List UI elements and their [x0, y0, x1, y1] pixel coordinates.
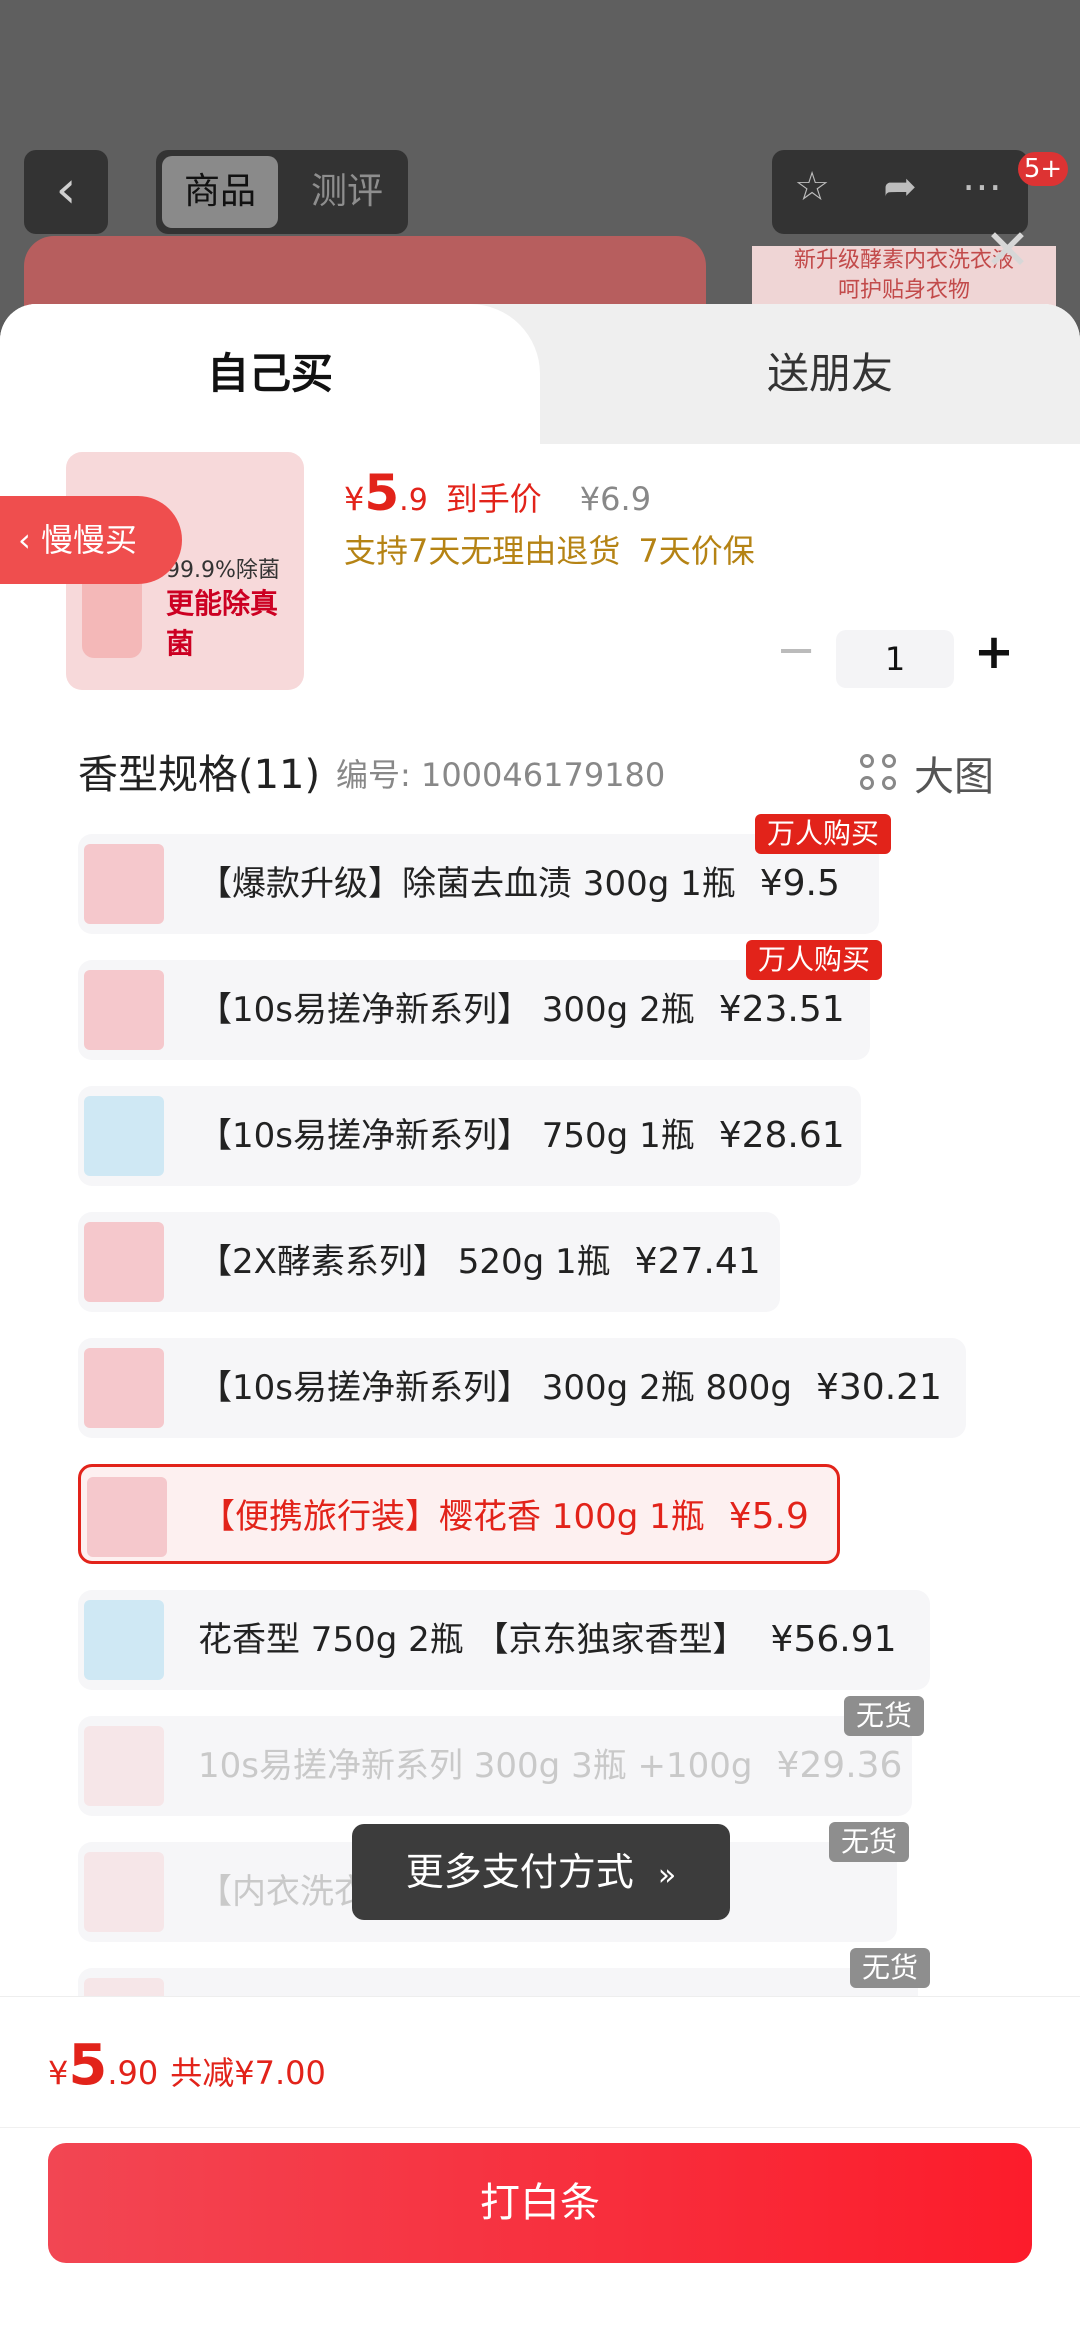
spec-option[interactable]: 10s易搓净新系列 300g 3瓶 +100g ¥29.36 无货 — [78, 1696, 924, 1816]
product-image-text-1: 99.9%除菌 — [166, 558, 280, 583]
spec-option-price: ¥56.91 — [770, 1619, 897, 1660]
spec-thumbnail — [84, 1852, 164, 1932]
spec-thumbnail — [87, 1477, 167, 1557]
tab-self-buy[interactable]: 自己买 — [0, 304, 540, 444]
spec-thumbnail — [84, 1348, 164, 1428]
original-price: ¥6.9 — [579, 480, 652, 518]
spec-option-name: 【2X酵素系列】 520g 1瓶 — [198, 1242, 611, 1282]
spec-option-name: 【10s易搓净新系列】 750g 1瓶 — [198, 1116, 695, 1156]
guarantee-return: 支持7天无理由退货 — [344, 532, 621, 570]
spec-option-price: ¥28.61 — [718, 1115, 845, 1156]
slow-buy-label: 慢慢买 — [40, 521, 137, 559]
tab-gift[interactable]: 送朋友 — [620, 304, 1040, 444]
product-top-bar: ‹ 商品 测评 ☆ ➦ ⋯ — [0, 150, 1080, 240]
spec-thumbnail — [84, 1096, 164, 1176]
spec-option-price: ¥27.41 — [634, 1241, 761, 1282]
spec-title: 香型规格(11) — [78, 752, 321, 798]
price-int: 5 — [364, 464, 400, 522]
spec-option-price: ¥30.21 — [816, 1367, 942, 1408]
spec-option[interactable]: 花香型 750g 2瓶 【京东独家香型】 ¥56.91 — [78, 1590, 930, 1690]
total-symbol: ¥ — [48, 2054, 69, 2092]
spec-option[interactable]: 【2X酵素系列】 520g 1瓶 ¥27.41 — [78, 1212, 780, 1312]
total-price: ¥5.90 共减¥7.00 — [48, 2033, 326, 2098]
spec-thumbnail — [84, 1222, 164, 1302]
spec-option[interactable]: 【10s易搓净新系列】 300g 2瓶 ¥23.51 万人购买 — [78, 940, 882, 1060]
guarantee-price: 7天价保 — [638, 532, 755, 570]
share-icon[interactable]: ➦ — [860, 164, 940, 210]
spec-option-label: 【10s易搓净新系列】 300g 2瓶 800g ¥30.21 — [198, 1338, 942, 1438]
spec-option-name: 【10s易搓净新系列】 300g 2瓶 — [198, 990, 695, 1030]
spec-option-label: 10s易搓净新系列 300g 3瓶 +100g ¥29.36 — [198, 1716, 902, 1816]
out-of-stock-badge: 无货 — [828, 1822, 909, 1862]
product-image-text-2: 更能除真菌 — [166, 587, 279, 660]
price-line: ¥5.9 到手价 ¥6.9 — [344, 464, 651, 522]
spec-option[interactable]: 【10s易搓净新系列】 750g 1瓶 ¥28.61 — [78, 1086, 861, 1186]
big-image-label: 大图 — [914, 754, 994, 800]
total-int: 5 — [68, 2033, 108, 2098]
chevron-left-icon: ‹ — [18, 521, 41, 559]
divider — [0, 2127, 1080, 2128]
big-image-toggle[interactable]: 大图 — [860, 744, 994, 802]
total-reduction: 共减¥7.00 — [170, 2054, 326, 2092]
quantity-input[interactable]: 1 — [836, 630, 954, 688]
star-icon[interactable]: ☆ — [772, 164, 852, 210]
spec-option-price: ¥9.5 — [759, 863, 840, 904]
spec-option[interactable]: 【便携旅行装】樱花香 100g 1瓶 ¥5.9 — [78, 1464, 840, 1564]
total-dec: .90 — [107, 2054, 159, 2092]
price-label: 到手价 — [445, 480, 542, 518]
purchase-tabs: 自己买 送朋友 — [0, 304, 1080, 444]
spec-option-name: 【10s易搓净新系列】 300g 2瓶 800g — [198, 1368, 792, 1408]
spec-id: 编号: 100046179180 — [336, 756, 666, 794]
chevron-double-down-icon: » — [657, 1858, 677, 1893]
slow-buy-tab[interactable]: ‹ 慢慢买 — [0, 496, 182, 584]
spec-option-name: 10s易搓净新系列 300g 3瓶 +100g — [198, 1746, 753, 1786]
product-banner — [24, 236, 706, 306]
spec-option-price: ¥23.51 — [718, 989, 845, 1030]
checkout-bar: ¥5.90 共减¥7.00 打白条 — [0, 1996, 1080, 2345]
price-symbol: ¥ — [344, 480, 365, 518]
spec-option-label: 【爆款升级】除菌去血渍 300g 1瓶 ¥9.5 — [198, 834, 840, 934]
guarantee-line: 支持7天无理由退货 7天价保 — [344, 526, 755, 572]
spec-option-label: 【便携旅行装】樱花香 100g 1瓶 ¥5.9 — [201, 1467, 809, 1567]
spec-option-label: 【10s易搓净新系列】 750g 1瓶 ¥28.61 — [198, 1086, 845, 1186]
more-payment-button[interactable]: 更多支付方式 » — [352, 1824, 730, 1920]
product-segment: 商品 测评 — [156, 150, 408, 234]
spec-thumbnail — [84, 1600, 164, 1680]
message-badge: 5+ — [1018, 152, 1068, 186]
spec-option-price: ¥5.9 — [728, 1496, 809, 1537]
popular-badge: 万人购买 — [745, 940, 882, 980]
price-dec: .9 — [399, 483, 428, 518]
spec-thumbnail — [84, 1726, 164, 1806]
spec-option-name: 【爆款升级】除菌去血渍 300g 1瓶 — [198, 864, 736, 904]
segment-review[interactable]: 测评 — [292, 156, 402, 228]
quantity-minus-button[interactable]: − — [776, 626, 816, 678]
popular-badge: 万人购买 — [754, 814, 891, 854]
spec-option-label: 【2X酵素系列】 520g 1瓶 ¥27.41 — [198, 1212, 761, 1312]
spec-option-price: ¥29.36 — [776, 1745, 903, 1786]
close-icon[interactable]: ✕ — [984, 218, 1031, 283]
spec-option-name: 花香型 750g 2瓶 【京东独家香型】 — [198, 1620, 747, 1660]
more-icon[interactable]: ⋯ — [942, 164, 1022, 210]
spec-thumbnail — [84, 844, 164, 924]
spec-option[interactable]: 【10s易搓净新系列】 300g 2瓶 800g ¥30.21 — [78, 1338, 966, 1438]
spec-option[interactable]: 【爆款升级】除菌去血渍 300g 1瓶 ¥9.5 万人购买 — [78, 814, 891, 934]
baitiao-pay-button[interactable]: 打白条 — [48, 2143, 1032, 2263]
out-of-stock-badge: 无货 — [849, 1948, 930, 1988]
spec-thumbnail — [84, 970, 164, 1050]
out-of-stock-badge: 无货 — [843, 1696, 924, 1736]
quantity-plus-button[interactable]: + — [972, 626, 1016, 680]
more-payment-label: 更多支付方式 — [405, 1850, 634, 1894]
back-button[interactable]: ‹ — [24, 150, 108, 234]
spec-option-name: 【便携旅行装】樱花香 100g 1瓶 — [201, 1497, 705, 1537]
segment-product[interactable]: 商品 — [162, 156, 278, 228]
spec-option-label: 花香型 750g 2瓶 【京东独家香型】 ¥56.91 — [198, 1590, 897, 1690]
grid-icon — [860, 754, 900, 794]
chevron-left-icon: ‹ — [55, 160, 77, 220]
